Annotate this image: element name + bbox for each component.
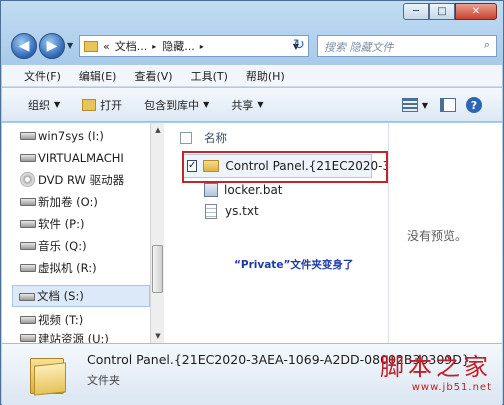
details-pane: Control Panel.{21EC2020-3AEA-1069-A2DD-0… [2, 343, 502, 405]
sidebar-item-label: 视频 (T:) [38, 313, 84, 327]
magnifier-icon[interactable]: ⌕ [484, 38, 490, 52]
open-button[interactable]: 打开 [82, 97, 122, 113]
column-header-name[interactable]: 名称 [180, 128, 227, 148]
toolbar-right-group: ▼ ? [401, 97, 482, 113]
menu-view[interactable]: 查看(V) [134, 68, 172, 84]
navigation-pane: win7sys (I:) VIRTUALMACHI DVD RW 驱动器 新加卷… [2, 123, 164, 343]
organize-label: 组织 [28, 98, 50, 112]
view-options-icon[interactable] [401, 98, 418, 112]
sidebar-item-label: 音乐 (Q:) [38, 239, 87, 253]
sidebar-item-label: VIRTUALMACHI [38, 151, 124, 165]
forward-button[interactable]: ▶ [39, 33, 65, 59]
sidebar-item-drive[interactable]: 视频 (T:) [14, 309, 152, 331]
sidebar-item-drive[interactable]: 新加卷 (O:) [14, 191, 152, 213]
drive-icon [20, 198, 36, 206]
minimize-button[interactable]: ─ [403, 3, 429, 20]
sidebar-item-label: win7sys (I:) [38, 129, 104, 143]
details-item-type: 文件夹 [87, 374, 120, 387]
explorer-window: ─ □ ✕ ◀ ▶ ▼ « 文档... ▸ 隐藏... ▸ ▼ ↻ 搜索 隐藏文… [0, 0, 504, 405]
large-folder-icon [30, 354, 68, 396]
drive-icon [19, 293, 35, 301]
preview-empty-text: 没有预览。 [407, 229, 468, 243]
share-button[interactable]: 共享 ▼ [231, 97, 263, 113]
navigation-bar: ◀ ▶ ▼ « 文档... ▸ 隐藏... ▸ ▼ ↻ 搜索 隐藏文件 ⌕ [7, 32, 497, 60]
file-row-locker-bat[interactable]: locker.bat [204, 180, 283, 200]
scroll-up-icon[interactable]: ▲ [151, 123, 165, 137]
text-file-icon [205, 203, 217, 219]
breadcrumb-item-documents[interactable]: 文档... [115, 38, 148, 54]
drive-icon [20, 316, 36, 324]
scroll-down-icon[interactable]: ▼ [151, 329, 165, 343]
chevron-right-icon[interactable]: ▸ [152, 42, 156, 51]
help-icon[interactable]: ? [466, 97, 482, 113]
refresh-button[interactable]: ↻ [289, 37, 309, 55]
sidebar-item-drive[interactable]: VIRTUALMACHI [14, 147, 152, 169]
drive-icon [20, 132, 36, 140]
sidebar-scrollbar[interactable]: ▲ ▼ [150, 123, 164, 343]
folder-icon [84, 40, 98, 52]
preview-pane: 没有预览。 [388, 123, 502, 343]
chevron-down-icon: ▼ [203, 100, 210, 109]
file-name: ys.txt [225, 204, 259, 218]
sidebar-item-drive[interactable]: 建站资源 (U:) [14, 331, 152, 343]
breadcrumb-overflow[interactable]: « [103, 40, 110, 53]
drive-icon [20, 334, 36, 342]
menu-tools[interactable]: 工具(T) [191, 68, 228, 84]
sidebar-item-drive[interactable]: 音乐 (Q:) [14, 235, 152, 257]
chevron-down-icon: ▼ [54, 100, 61, 109]
maximize-button[interactable]: □ [429, 3, 455, 20]
command-bar: 组织 ▼ 打开 包含到库中 ▼ 共享 ▼ ▼ ? [2, 88, 502, 122]
close-button[interactable]: ✕ [455, 3, 497, 20]
menu-help[interactable]: 帮助(H) [246, 68, 285, 84]
dvd-icon [20, 172, 35, 187]
window-controls: ─ □ ✕ [403, 3, 497, 20]
share-label: 共享 [231, 98, 254, 112]
drive-icon [20, 154, 36, 162]
sidebar-item-documents-selected[interactable]: 文档 (S:) [12, 285, 150, 307]
menu-file[interactable]: 文件(F) [24, 68, 61, 84]
sidebar-item-label: 新加卷 (O:) [38, 195, 98, 209]
menu-edit[interactable]: 编辑(E) [79, 68, 117, 84]
select-all-checkbox[interactable] [180, 132, 192, 144]
chevron-down-icon[interactable]: ▼ [422, 101, 428, 110]
open-folder-icon [82, 98, 97, 111]
drive-icon [20, 264, 36, 272]
sidebar-item-label: 建站资源 (U:) [38, 332, 109, 343]
chevron-right-icon[interactable]: ▸ [200, 42, 204, 51]
site-watermark: 脚本之家 www.jb51.net [380, 347, 492, 393]
sidebar-item-label: 文档 (S:) [37, 289, 84, 303]
file-name: locker.bat [224, 183, 283, 197]
watermark-url: www.jb51.net [411, 382, 492, 393]
search-input[interactable]: 搜索 隐藏文件 ⌕ [317, 35, 497, 57]
breadcrumb-item-hidden[interactable]: 隐藏... [162, 38, 195, 54]
organize-button[interactable]: 组织 ▼ [28, 97, 60, 113]
sidebar-item-drive[interactable]: 软件 (P:) [14, 213, 152, 235]
recent-pages-dropdown[interactable]: ▼ [67, 41, 73, 50]
sidebar-item-label: DVD RW 驱动器 [38, 173, 125, 187]
address-bar[interactable]: « 文档... ▸ 隐藏... ▸ ▼ [79, 35, 309, 57]
sidebar-item-dvd[interactable]: DVD RW 驱动器 [14, 169, 152, 191]
sidebar-item-drive[interactable]: win7sys (I:) [14, 125, 152, 147]
annotation-highlight-box [182, 151, 388, 183]
include-in-library-label: 包含到库中 [144, 98, 200, 112]
content-area: win7sys (I:) VIRTUALMACHI DVD RW 驱动器 新加卷… [2, 123, 502, 343]
search-placeholder: 搜索 隐藏文件 [324, 41, 394, 54]
include-in-library-button[interactable]: 包含到库中 ▼ [144, 97, 209, 113]
scrollbar-thumb[interactable] [152, 245, 163, 293]
sidebar-item-label: 软件 (P:) [38, 217, 85, 231]
chevron-down-icon: ▼ [257, 100, 264, 109]
sidebar-item-drive[interactable]: 虚拟机 (R:) [14, 257, 152, 279]
open-label: 打开 [100, 98, 123, 112]
annotation-caption: “Private”文件夹变身了 [234, 259, 354, 271]
drive-icon [20, 220, 36, 228]
watermark-title: 脚本之家 [380, 353, 492, 381]
menu-bar: 文件(F) 编辑(E) 查看(V) 工具(T) 帮助(H) [2, 65, 502, 87]
back-button[interactable]: ◀ [11, 33, 37, 59]
batch-file-icon [204, 183, 218, 197]
file-row-ys-txt[interactable]: ys.txt [205, 201, 259, 221]
preview-pane-icon[interactable] [440, 98, 456, 112]
column-header-label: 名称 [204, 131, 227, 145]
sidebar-item-label: 虚拟机 (R:) [38, 261, 97, 275]
drive-icon [20, 242, 36, 250]
